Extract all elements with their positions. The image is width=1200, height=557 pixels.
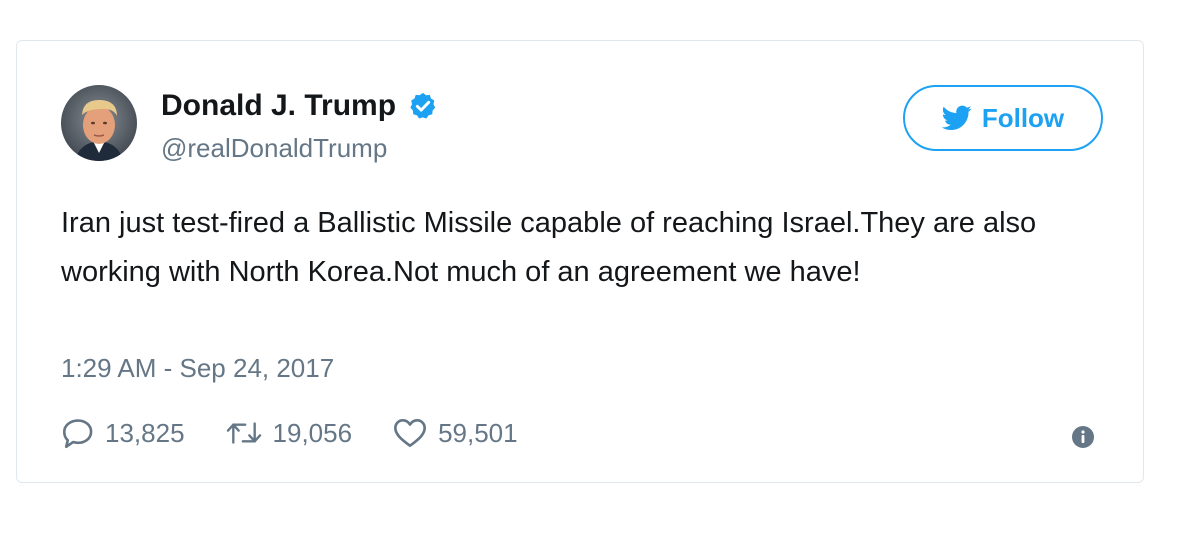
tweet-actions: 13,825 19,056 59,501 bbox=[61, 413, 558, 453]
reply-button[interactable]: 13,825 bbox=[61, 417, 185, 449]
retweet-icon bbox=[226, 422, 261, 444]
author-handle[interactable]: @realDonaldTrump bbox=[161, 133, 387, 164]
author-name-text: Donald J. Trump bbox=[161, 89, 397, 122]
verified-badge-icon bbox=[410, 92, 436, 119]
author-name[interactable]: Donald J. Trump bbox=[161, 89, 438, 123]
tweet-text: Iran just test-fired a Ballistic Missile… bbox=[61, 207, 1037, 288]
reply-icon bbox=[62, 419, 93, 449]
reply-count: 13,825 bbox=[105, 417, 185, 448]
twitter-bird-icon bbox=[941, 105, 972, 130]
heart-icon bbox=[394, 419, 427, 447]
avatar-image bbox=[61, 85, 137, 161]
tweet-card: Donald J. Trump @realDonaldTrump Follow … bbox=[16, 40, 1144, 483]
avatar[interactable] bbox=[61, 85, 137, 161]
like-button[interactable]: 59,501 bbox=[392, 417, 518, 449]
info-icon[interactable] bbox=[1071, 425, 1095, 449]
tweet-timestamp[interactable]: 1:29 AM - Sep 24, 2017 bbox=[61, 353, 334, 384]
like-count: 59,501 bbox=[438, 417, 518, 448]
retweet-count: 19,056 bbox=[272, 417, 353, 448]
retweet-button[interactable]: 19,056 bbox=[225, 417, 353, 449]
follow-label: Follow bbox=[981, 102, 1065, 133]
follow-button[interactable]: Follow bbox=[903, 85, 1103, 151]
